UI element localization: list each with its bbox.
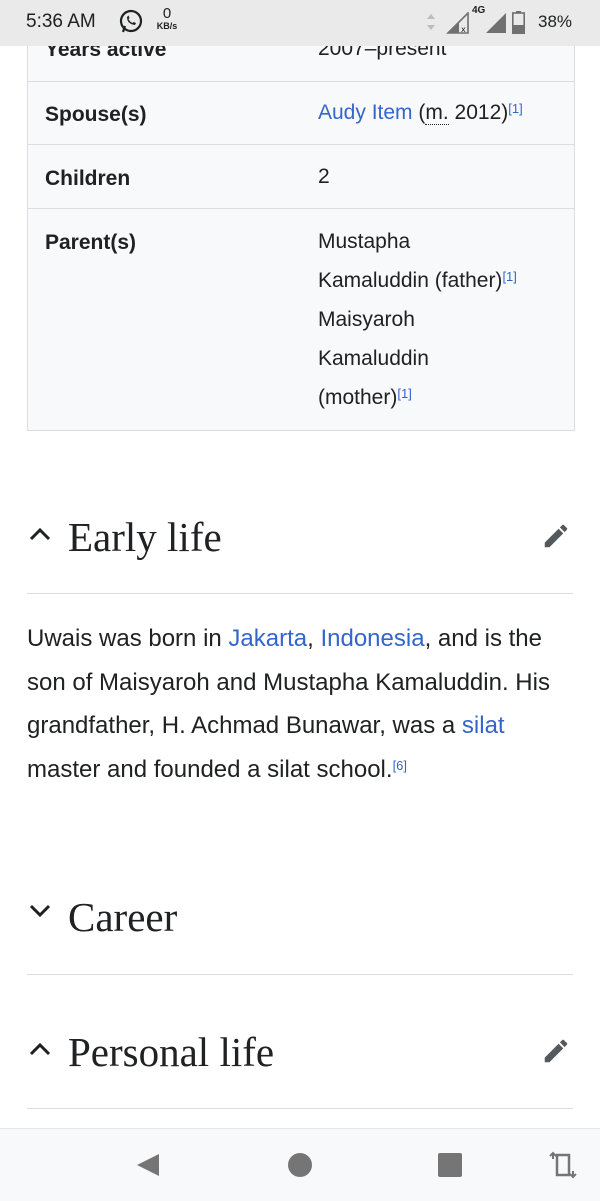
reference-link[interactable]: [6] (393, 758, 407, 773)
marriage-year: 2012) (448, 101, 509, 124)
paragraph-text: master and founded a silat school. (27, 755, 393, 783)
svg-text:x: x (461, 25, 466, 34)
section-header-career[interactable]: Career (27, 877, 573, 957)
paragraph-text: , (307, 625, 321, 652)
signal-icon: x (446, 12, 469, 34)
signal-icon (486, 13, 506, 33)
spouse-link[interactable]: Audy Item (318, 101, 413, 124)
section-divider (27, 1108, 573, 1109)
parent-father-text: Kamaluddin (father) (318, 269, 503, 292)
infobox-row-parents: Parent(s) Mustapha Kamaluddin (father)[1… (28, 208, 574, 431)
chevron-up-icon (29, 527, 51, 541)
battery-percent: 38% (538, 12, 573, 31)
edit-pencil-icon[interactable] (541, 521, 571, 551)
parent-mother-line1: Maisyaroh (318, 308, 415, 331)
infobox-row-children: Children 2 (28, 144, 574, 209)
parent-father-line2: Kamaluddin (father)[1] (318, 261, 568, 300)
section-title: Early life (68, 514, 222, 560)
infobox-value: 2 (318, 165, 330, 188)
chevron-up-icon (29, 1042, 51, 1056)
network-speed: 0 KB/s (154, 6, 180, 31)
navigation-bar (0, 1128, 600, 1201)
home-icon[interactable] (286, 1151, 314, 1179)
infobox-label: Children (45, 167, 131, 190)
reference-link[interactable]: [1] (502, 269, 516, 284)
status-time: 5:36 AM (26, 11, 96, 32)
reference-link[interactable]: [1] (397, 386, 411, 401)
indonesia-link[interactable]: Indonesia (320, 625, 424, 652)
rotate-icon[interactable] (549, 1151, 577, 1179)
section-divider (27, 974, 573, 975)
recents-icon[interactable] (436, 1151, 464, 1179)
parent-mother-text: (mother) (318, 386, 398, 409)
edit-pencil-icon[interactable] (541, 1036, 571, 1066)
infobox-row-spouse: Spouse(s) Audy Item (m. 2012)[1] (28, 81, 574, 145)
section-header-personal-life[interactable]: Personal life (27, 1012, 573, 1092)
section-title: Personal life (68, 1029, 275, 1075)
section-title: Career (68, 894, 178, 940)
marriage-abbr[interactable]: m. (425, 101, 449, 125)
whatsapp-icon (119, 9, 143, 33)
section-header-early-life[interactable]: Early life (27, 497, 573, 577)
parent-mother-line3: (mother)[1] (318, 378, 568, 417)
infobox-value-spouse: Audy Item (m. 2012)[1] (318, 93, 568, 132)
early-life-paragraph: Uwais was born in Jakarta, Indonesia, an… (27, 617, 575, 791)
section-divider (27, 593, 573, 594)
data-arrows-icon (427, 14, 435, 30)
network-speed-value: 0 (162, 5, 172, 22)
battery-icon (512, 11, 525, 34)
reference-link[interactable]: [1] (508, 101, 522, 116)
parent-mother-line2: Kamaluddin (318, 347, 429, 370)
network-speed-unit: KB/s (156, 21, 178, 31)
status-bar: 5:36 AM 0 KB/s x 4G 38% (0, 0, 600, 46)
chevron-down-icon (29, 904, 51, 918)
infobox-label: Parent(s) (45, 231, 137, 254)
silat-link[interactable]: silat (462, 712, 505, 739)
infobox-label: Spouse(s) (45, 103, 147, 126)
jakarta-link[interactable]: Jakarta (228, 625, 307, 652)
back-icon[interactable] (134, 1151, 162, 1179)
parent-father-line1: Mustapha (318, 230, 411, 253)
infobox: Years active 2007–present Spouse(s) Audy… (27, 18, 575, 431)
infobox-value-parents: Mustapha Kamaluddin (father)[1] Maisyaro… (318, 222, 568, 417)
paragraph-text: Uwais was born in (27, 625, 229, 652)
